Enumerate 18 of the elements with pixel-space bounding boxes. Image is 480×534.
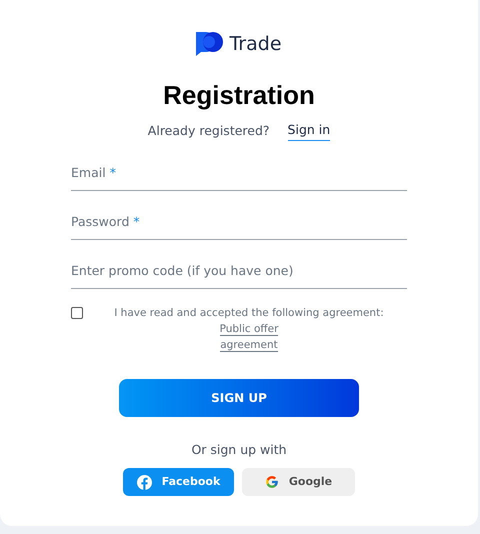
agreement-text: I have read and accepted the following agreement: [114,307,384,320]
facebook-button[interactable]: Facebook [123,468,234,496]
input-field[interactable]: Enter promo code (if you have one) [71,255,407,290]
agreement-checkbox[interactable] [71,307,83,320]
agreement-link[interactable]: agreement [220,339,278,352]
input-field[interactable]: Email * [71,157,407,192]
input-field[interactable]: Password * [71,206,407,240]
signup-button[interactable]: SIGN UP [119,379,359,418]
google-button[interactable]: Google [242,468,355,496]
logo-icon [196,32,224,56]
logo-text: Trade [229,32,282,57]
signin-prompt: Already registered? [148,122,270,140]
agreement-link[interactable]: Public offer [220,323,278,336]
google-icon [264,475,279,489]
facebook-icon [136,474,152,490]
page-title: Registration [163,78,315,110]
signin-link[interactable]: Sign in [288,120,330,142]
social-caption: Or sign up with [191,441,287,460]
